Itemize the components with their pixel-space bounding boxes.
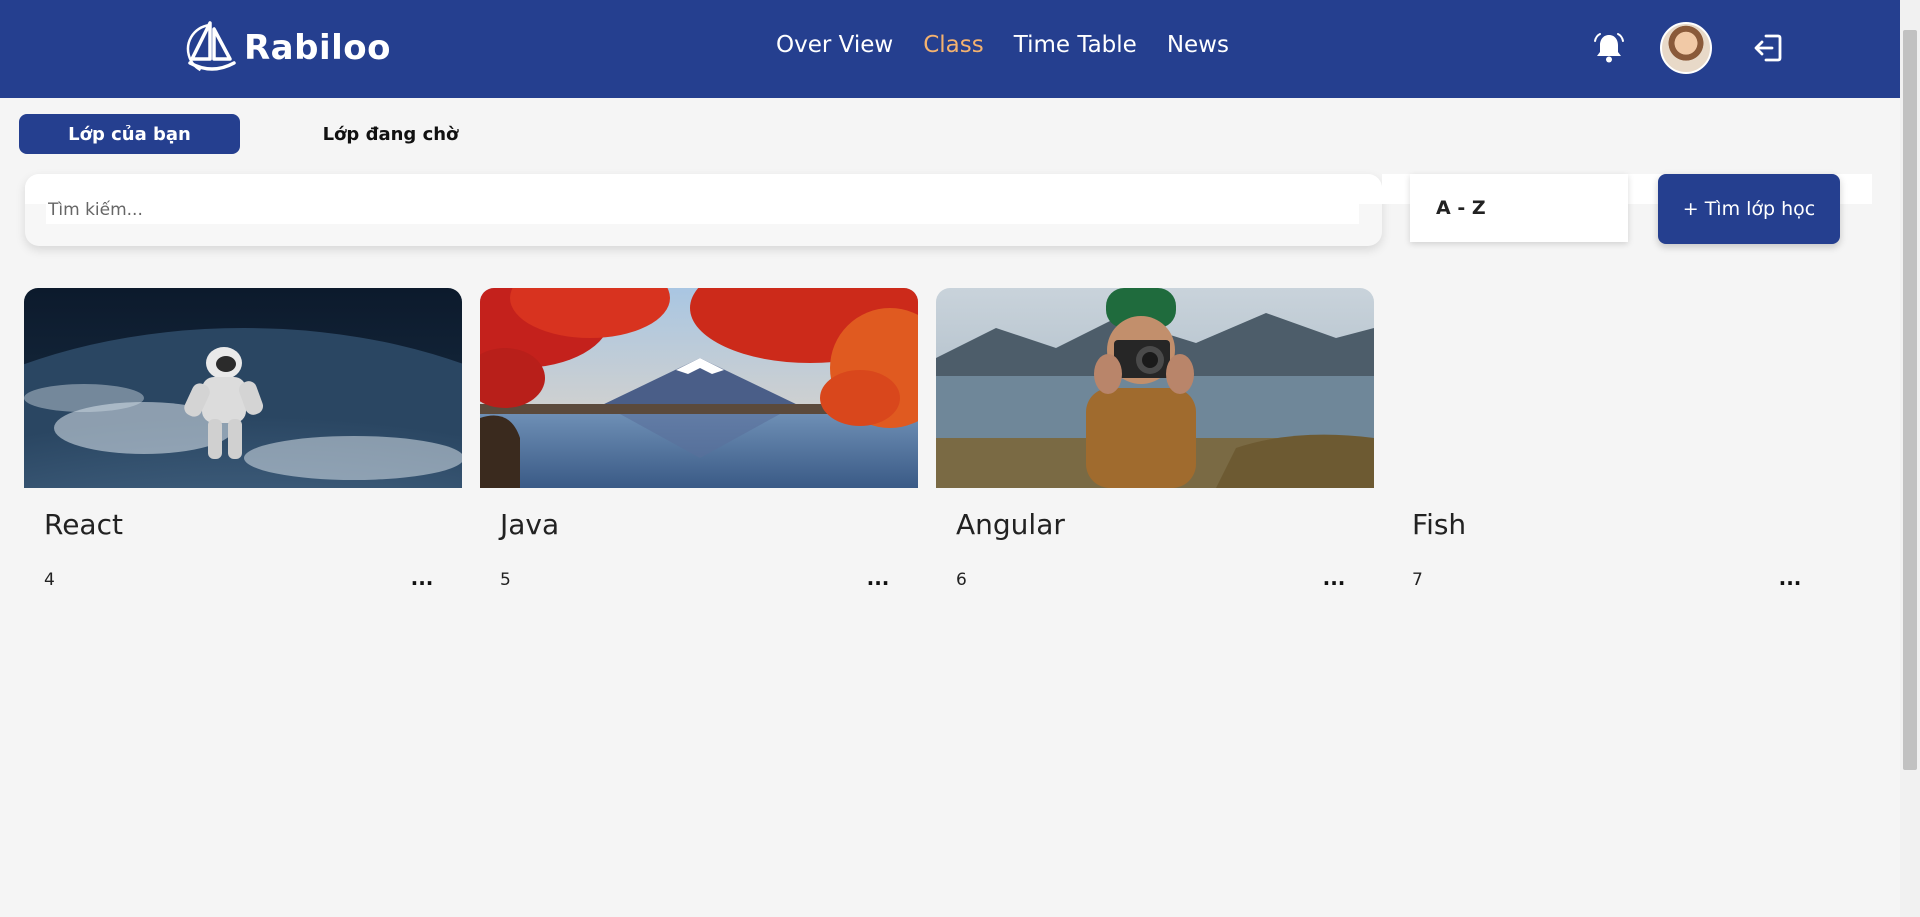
search-input[interactable] (46, 196, 1359, 224)
class-card-java[interactable]: Java 5 ... (480, 288, 918, 608)
class-card-image (24, 288, 462, 488)
class-count: 7 (1412, 570, 1423, 590)
find-class-button[interactable]: + Tìm lớp học (1658, 174, 1840, 244)
bell-icon[interactable] (1592, 31, 1626, 65)
main-nav: Over View Class Time Table News (776, 32, 1229, 58)
scrollbar-thumb[interactable] (1903, 30, 1917, 770)
class-card-image (936, 288, 1374, 488)
class-card-fish[interactable]: Fish 7 ... (1392, 288, 1830, 608)
class-title: React (44, 508, 123, 541)
nav-news[interactable]: News (1167, 32, 1229, 58)
class-title: Java (500, 508, 560, 541)
more-options-button[interactable]: ... (1319, 567, 1349, 589)
class-title: Fish (1412, 508, 1467, 541)
app-logo[interactable]: Rabiloo (186, 18, 391, 78)
class-title: Angular (956, 508, 1065, 541)
avatar[interactable] (1660, 22, 1712, 74)
sort-select[interactable]: A - Z (1410, 174, 1628, 242)
tab-your-classes[interactable]: Lớp của bạn (19, 114, 240, 154)
class-count: 5 (500, 570, 511, 590)
class-card-react[interactable]: React 4 ... (24, 288, 462, 608)
logout-icon[interactable] (1752, 30, 1786, 66)
tab-pending-classes[interactable]: Lớp đang chờ (280, 114, 501, 154)
class-count: 4 (44, 570, 55, 590)
more-options-button[interactable]: ... (1775, 567, 1805, 589)
class-card-image (1392, 288, 1830, 488)
class-card-angular[interactable]: Angular 6 ... (936, 288, 1374, 608)
top-navbar: Rabiloo Over View Class Time Table News (0, 0, 1900, 98)
more-options-button[interactable]: ... (863, 567, 893, 589)
class-count: 6 (956, 570, 967, 590)
nav-class[interactable]: Class (923, 32, 984, 58)
sailboat-logo-icon (186, 21, 238, 75)
nav-time-table[interactable]: Time Table (1014, 32, 1137, 58)
logo-text: Rabiloo (244, 28, 391, 68)
nav-overview[interactable]: Over View (776, 32, 893, 58)
class-card-image (480, 288, 918, 488)
more-options-button[interactable]: ... (407, 567, 437, 589)
